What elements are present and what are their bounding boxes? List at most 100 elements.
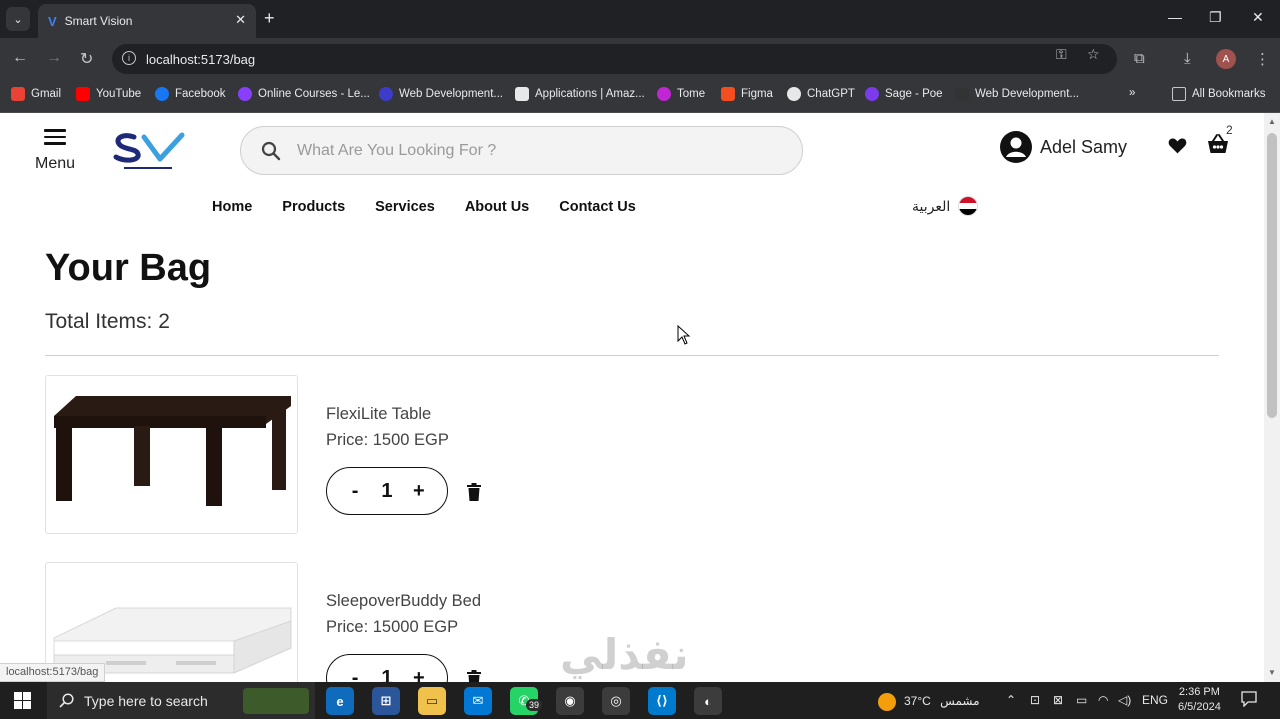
web-dev-icon — [379, 87, 393, 101]
weather-label: مشمس — [940, 694, 980, 709]
reload-icon[interactable]: ↻ — [80, 49, 93, 69]
url-text: localhost:5173/bag — [146, 51, 256, 67]
link-status-bubble: localhost:5173/bag — [0, 663, 106, 682]
address-bar[interactable]: i localhost:5173/bag — [112, 44, 1117, 74]
scrollbar-thumb[interactable] — [1267, 133, 1277, 418]
scroll-down-arrow-icon[interactable]: ▼ — [1268, 668, 1276, 677]
bag-item: FlexiLite Table Price: 1500 EGP - 1 + — [45, 375, 645, 535]
battery-icon[interactable]: ▭ — [1076, 693, 1087, 707]
bookmark-online-courses[interactable]: Online Courses - Le... — [238, 87, 370, 101]
watermark: نفذلي — [560, 631, 689, 678]
minimize-icon[interactable]: — — [1168, 9, 1182, 25]
chrome-icon[interactable]: ◉ — [556, 687, 584, 715]
nav-home-link[interactable]: Home — [212, 199, 252, 215]
downloads-icon[interactable]: ⤓ — [1184, 50, 1191, 67]
volume-icon[interactable]: ◁) — [1118, 693, 1131, 707]
bookmark-sage-poe[interactable]: Sage - Poe — [865, 87, 943, 101]
trash-icon[interactable] — [466, 670, 482, 682]
sun-icon — [878, 693, 896, 711]
new-tab-plus-icon[interactable]: + — [264, 8, 275, 28]
tray-chevron-icon[interactable]: ⌃ — [1006, 693, 1016, 707]
bookmarks-overflow-chevron-icon[interactable]: » — [1129, 87, 1135, 99]
youtube-icon — [76, 87, 90, 101]
kebab-menu-icon[interactable]: ⋮ — [1255, 50, 1270, 68]
browser-tab-strip: ⌄ V Smart Vision ✕ + — ❐ ✕ — [0, 0, 1280, 38]
main-navigation: Home Products Services About Us Contact … — [212, 199, 666, 215]
search-bar[interactable]: What Are You Looking For ? — [240, 126, 803, 175]
windows-start-icon[interactable] — [14, 692, 31, 709]
browser-app-icon[interactable]: ◎ — [602, 687, 630, 715]
system-clock[interactable]: 2:36 PM 6/5/2024 — [1178, 685, 1221, 715]
camera-icon[interactable]: ⊠ — [1053, 693, 1063, 707]
input-language[interactable]: ENG — [1142, 693, 1168, 707]
trash-icon[interactable] — [466, 483, 482, 501]
menu-button[interactable]: Menu — [32, 129, 78, 173]
nav-about-us-link[interactable]: About Us — [465, 199, 529, 215]
scroll-up-arrow-icon[interactable]: ▲ — [1268, 117, 1276, 126]
product-image-table[interactable] — [45, 375, 298, 534]
tab-search-chevron-icon[interactable]: ⌄ — [6, 7, 30, 31]
microsoft-store-icon[interactable]: ⊞ — [372, 687, 400, 715]
bookmark-applications-amazon[interactable]: Applications | Amaz... — [515, 87, 645, 101]
decrease-quantity-button[interactable]: - — [345, 480, 365, 503]
all-bookmarks-button[interactable]: All Bookmarks — [1172, 87, 1266, 101]
menu-label: Menu — [34, 154, 76, 172]
smart-vision-logo[interactable] — [112, 129, 186, 175]
bookmark-gmail[interactable]: Gmail — [11, 87, 61, 101]
web-dev-icon — [955, 87, 969, 101]
bookmark-youtube[interactable]: YouTube — [76, 87, 141, 101]
user-avatar-icon — [1000, 131, 1032, 163]
edge-browser-icon[interactable]: e — [326, 687, 354, 715]
bookmark-figma[interactable]: Figma — [721, 87, 773, 101]
product-price: Price: 1500 EGP — [326, 431, 449, 449]
site-info-icon[interactable]: i — [122, 51, 136, 65]
window-close-icon[interactable]: ✕ — [1252, 9, 1264, 26]
nav-services-link[interactable]: Services — [375, 199, 435, 215]
bookmark-star-icon[interactable]: ☆ — [1087, 46, 1100, 63]
wishlist-heart-icon[interactable] — [1167, 135, 1188, 156]
taskbar-search-placeholder: Type here to search — [84, 692, 208, 709]
nav-products-link[interactable]: Products — [282, 199, 345, 215]
user-account[interactable]: Adel Samy — [1000, 131, 1127, 163]
increase-quantity-button[interactable]: + — [409, 667, 429, 683]
taskbar-search-box[interactable]: Type here to search — [47, 682, 315, 719]
mail-icon[interactable]: ✉ — [464, 687, 492, 715]
browser-tab-smart-vision[interactable]: V Smart Vision ✕ — [38, 4, 256, 38]
weather-widget[interactable]: 37°C مشمس — [878, 693, 980, 711]
language-label: العربية — [912, 197, 951, 214]
vscode-icon[interactable]: ⟨⟩ — [648, 687, 676, 715]
folder-icon — [1172, 87, 1186, 101]
notifications-icon[interactable] — [1241, 691, 1257, 707]
meet-now-icon[interactable]: ⊡ — [1030, 693, 1040, 707]
file-explorer-icon[interactable]: ▭ — [418, 687, 446, 715]
product-name: FlexiLite Table — [326, 405, 432, 423]
nav-contact-us-link[interactable]: Contact Us — [559, 199, 636, 215]
courses-icon — [238, 87, 252, 101]
extensions-puzzle-icon[interactable]: ⧉ — [1134, 50, 1145, 67]
bookmark-web-development-2[interactable]: Web Development... — [955, 87, 1079, 101]
clock-date: 6/5/2024 — [1178, 701, 1221, 713]
facebook-icon — [155, 87, 169, 101]
tab-close-icon[interactable]: ✕ — [235, 12, 246, 28]
page-scrollbar[interactable]: ▲ ▼ — [1264, 113, 1280, 682]
site-favicon-icon: V — [48, 13, 57, 29]
product-price: Price: 15000 EGP — [326, 618, 459, 636]
profile-avatar[interactable]: A — [1216, 49, 1236, 69]
increase-quantity-button[interactable]: + — [409, 480, 429, 503]
tome-icon — [657, 87, 671, 101]
app-icon[interactable]: ◐ — [694, 687, 722, 715]
whatsapp-notification-badge: 39 — [526, 699, 543, 711]
quantity-stepper: - 1 + — [326, 654, 448, 682]
decrease-quantity-button[interactable]: - — [345, 667, 365, 683]
tab-title: Smart Vision — [64, 14, 133, 28]
language-switcher[interactable]: العربية — [912, 196, 979, 216]
restore-icon[interactable]: ❐ — [1209, 9, 1222, 26]
password-key-icon[interactable]: ⚿ — [1056, 46, 1067, 63]
bookmark-web-development-1[interactable]: Web Development... — [379, 87, 503, 101]
bookmark-facebook[interactable]: Facebook — [155, 87, 226, 101]
bookmark-chatgpt[interactable]: ChatGPT — [787, 87, 855, 101]
back-arrow-icon[interactable]: ← — [12, 49, 28, 67]
bookmark-tome[interactable]: Tome — [657, 87, 705, 101]
wifi-icon[interactable]: ◠ — [1098, 693, 1108, 707]
forward-arrow-icon[interactable]: → — [46, 49, 62, 67]
